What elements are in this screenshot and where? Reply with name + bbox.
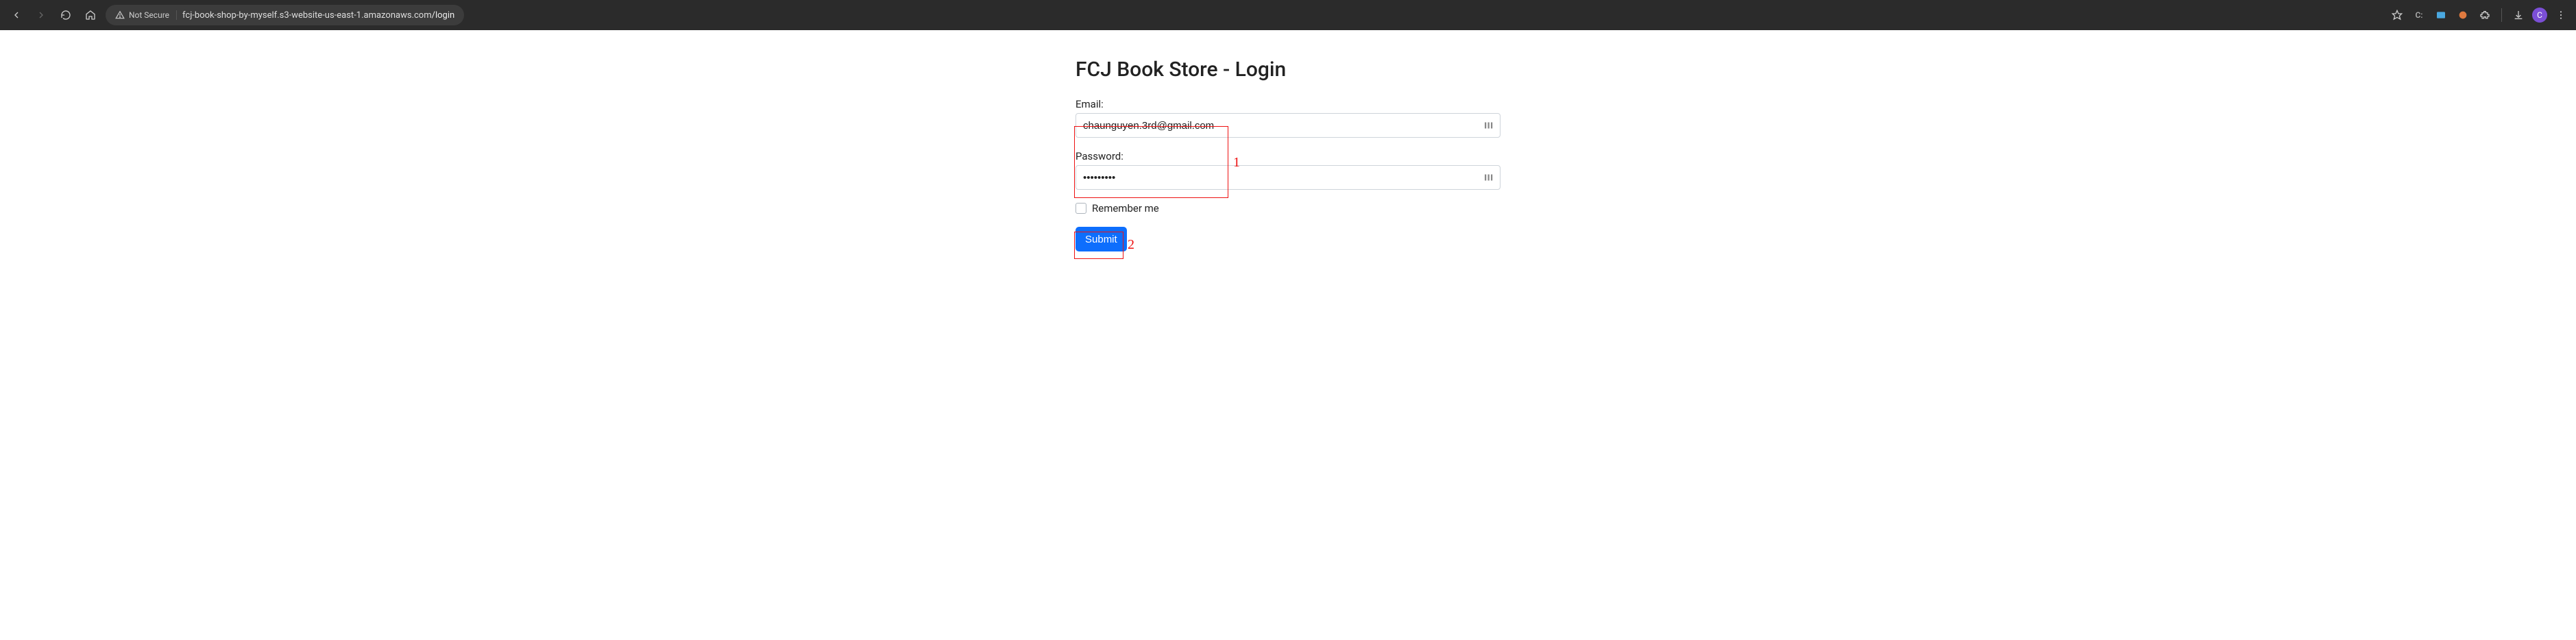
reload-button[interactable] <box>56 5 75 25</box>
extension-icon-1[interactable]: C: <box>2411 7 2427 23</box>
extensions-puzzle-icon[interactable] <box>2477 7 2493 23</box>
login-form-container: FCJ Book Store - Login Email: Password: … <box>1069 58 1507 251</box>
password-manager-icon[interactable] <box>1483 171 1495 184</box>
bookmark-star-icon[interactable] <box>2389 7 2405 23</box>
address-bar[interactable]: Not Secure fcj-book-shop-by-myself.s3-we… <box>106 5 464 25</box>
downloads-icon[interactable] <box>2510 7 2527 23</box>
back-button[interactable] <box>7 5 26 25</box>
remember-me-label[interactable]: Remember me <box>1092 202 1159 214</box>
url-text: fcj-book-shop-by-myself.s3-website-us-ea… <box>182 10 454 21</box>
remember-me-checkbox[interactable] <box>1076 203 1086 214</box>
profile-avatar[interactable]: C <box>2532 8 2547 23</box>
extension-icon-2[interactable] <box>2433 7 2449 23</box>
browser-toolbar: Not Secure fcj-book-shop-by-myself.s3-we… <box>0 0 2576 30</box>
warning-icon <box>115 10 125 20</box>
password-label: Password: <box>1076 150 1500 162</box>
not-secure-label: Not Secure <box>129 10 169 20</box>
security-status[interactable]: Not Secure <box>115 10 177 20</box>
page-title: FCJ Book Store - Login <box>1076 58 1500 82</box>
home-button[interactable] <box>81 5 100 25</box>
email-label: Email: <box>1076 98 1500 110</box>
password-field[interactable] <box>1076 165 1500 190</box>
menu-kebab-icon[interactable] <box>2553 7 2569 23</box>
email-field[interactable] <box>1076 113 1500 138</box>
submit-button[interactable]: Submit <box>1076 227 1127 251</box>
extension-icon-3[interactable] <box>2455 7 2471 23</box>
toolbar-divider <box>2501 8 2502 22</box>
password-manager-icon[interactable] <box>1483 119 1495 132</box>
forward-button[interactable] <box>32 5 51 25</box>
